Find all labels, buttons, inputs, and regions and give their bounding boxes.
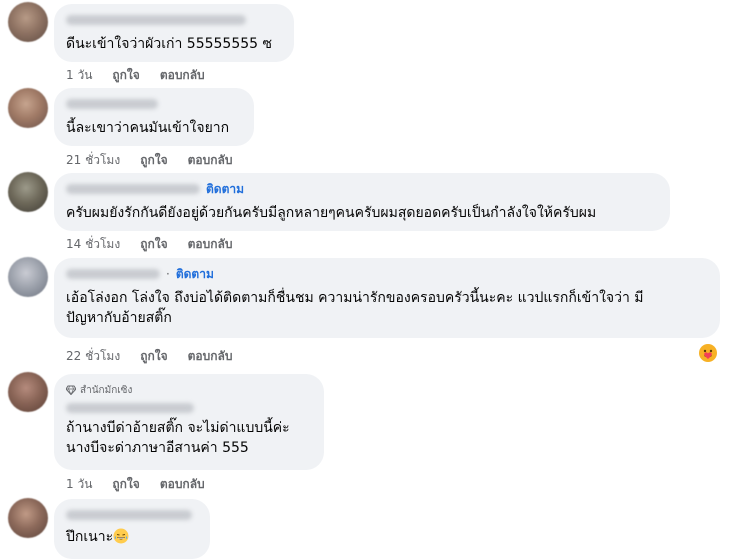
- comment-text: ปึกเนาะ: [66, 527, 198, 547]
- comment-text: นี้ละเขาว่าคนมันเข้าใจยาก: [66, 120, 230, 136]
- commenter-name-row: [66, 12, 282, 28]
- commenter-name-blurred[interactable]: [66, 15, 246, 25]
- reply-button[interactable]: ตอบกลับ: [160, 475, 205, 494]
- comment-bubble: ดีนะเข้าใจว่าผัวเก่า 55555555 ซ: [54, 4, 294, 62]
- commenter-name-blurred[interactable]: [66, 510, 192, 520]
- comment-bubble: · ติดตาม เอ้อโล่งอก โล่งใจ ถึงบ่อได้ติดต…: [54, 258, 720, 338]
- comment-text-line-1: ถ้านางบีด่าอ้ายสติ๊ก จะไม่ด่าแบบนี้ค่ะ: [66, 420, 290, 436]
- avatar[interactable]: [8, 2, 48, 42]
- comment-time[interactable]: 22 ชั่วโมง: [66, 347, 120, 366]
- avatar[interactable]: [8, 257, 48, 297]
- comment-bubble: ปึกเนาะ: [54, 499, 210, 559]
- reply-button[interactable]: ตอบกลับ: [188, 347, 233, 366]
- comment-bubble: สำนักมักเซิง ถ้านางบีด่าอ้ายสติ๊ก จะไม่ด…: [54, 374, 324, 470]
- comment-time[interactable]: 21 ชั่วโมง: [66, 151, 120, 170]
- top-fan-badge: สำนักมักเซิง: [66, 382, 312, 398]
- comment-actions: 1 วัน ถูกใจ ตอบกลับ: [66, 66, 205, 85]
- commenter-name-row: [66, 400, 312, 416]
- commenter-name-row: ติดตาม: [66, 181, 658, 197]
- comment-time[interactable]: 14 ชั่วโมง: [66, 235, 120, 254]
- like-button[interactable]: ถูกใจ: [140, 347, 167, 366]
- commenter-name-row: [66, 507, 198, 523]
- comment-text: ดีนะเข้าใจว่าผัวเก่า 55555555 ซ: [66, 36, 273, 52]
- avatar[interactable]: [8, 372, 48, 412]
- commenter-name-blurred[interactable]: [66, 269, 160, 279]
- commenter-name-blurred[interactable]: [66, 184, 200, 194]
- like-button[interactable]: ถูกใจ: [112, 475, 139, 494]
- commenter-name-row: · ติดตาม: [66, 266, 708, 282]
- commenter-name-blurred[interactable]: [66, 99, 158, 109]
- comment-bubble: ติดตาม ครับผมยังรักกันดียังอยู่ด้วยกันคร…: [54, 173, 670, 231]
- comment-actions: 1 วัน ถูกใจ ตอบกลับ: [66, 475, 205, 494]
- avatar[interactable]: [8, 172, 48, 212]
- comment-actions: 21 ชั่วโมง ถูกใจ ตอบกลับ: [66, 151, 232, 170]
- like-button[interactable]: ถูกใจ: [140, 235, 167, 254]
- reply-button[interactable]: ตอบกลับ: [160, 66, 205, 85]
- comment-text-line-2: นางบีจะด่าภาษาอีสานค่า 555: [66, 440, 249, 456]
- follow-link[interactable]: ติดตาม: [176, 265, 214, 284]
- comment-actions: 22 ชั่วโมง ถูกใจ ตอบกลับ: [66, 347, 232, 366]
- comment-time[interactable]: 1 วัน: [66, 66, 92, 85]
- separator-dot: ·: [166, 267, 170, 281]
- comment-text-value: ปึกเนาะ: [66, 529, 114, 545]
- badge-label: สำนักมักเซิง: [80, 384, 133, 396]
- like-button[interactable]: ถูกใจ: [140, 151, 167, 170]
- avatar[interactable]: [8, 88, 48, 128]
- comment-text-line-1: เอ้อโล่งอก โล่งใจ ถึงบ่อได้ติดตามก็ชื่นช…: [66, 290, 644, 306]
- follow-link[interactable]: ติดตาม: [206, 180, 244, 199]
- reply-button[interactable]: ตอบกลับ: [188, 235, 233, 254]
- comment-bubble: นี้ละเขาว่าคนมันเข้าใจยาก: [54, 88, 254, 146]
- comment-actions: 14 ชั่วโมง ถูกใจ ตอบกลับ: [66, 235, 232, 254]
- comment-text-line-2: ปัญหากับอ้ายสติ๊ก: [66, 310, 172, 326]
- commenter-name-blurred[interactable]: [66, 403, 194, 413]
- avatar[interactable]: [8, 498, 48, 538]
- comment-time[interactable]: 1 วัน: [66, 475, 92, 494]
- commenter-name-row: [66, 96, 242, 112]
- comment-text: ครับผมยังรักกันดียังอยู่ด้วยกันครับมีลูก…: [66, 205, 597, 221]
- like-button[interactable]: ถูกใจ: [112, 66, 139, 85]
- care-reaction-icon[interactable]: [698, 343, 718, 363]
- reply-button[interactable]: ตอบกลับ: [188, 151, 233, 170]
- diamond-icon: [66, 385, 76, 395]
- laughing-emoji-icon: [113, 528, 129, 544]
